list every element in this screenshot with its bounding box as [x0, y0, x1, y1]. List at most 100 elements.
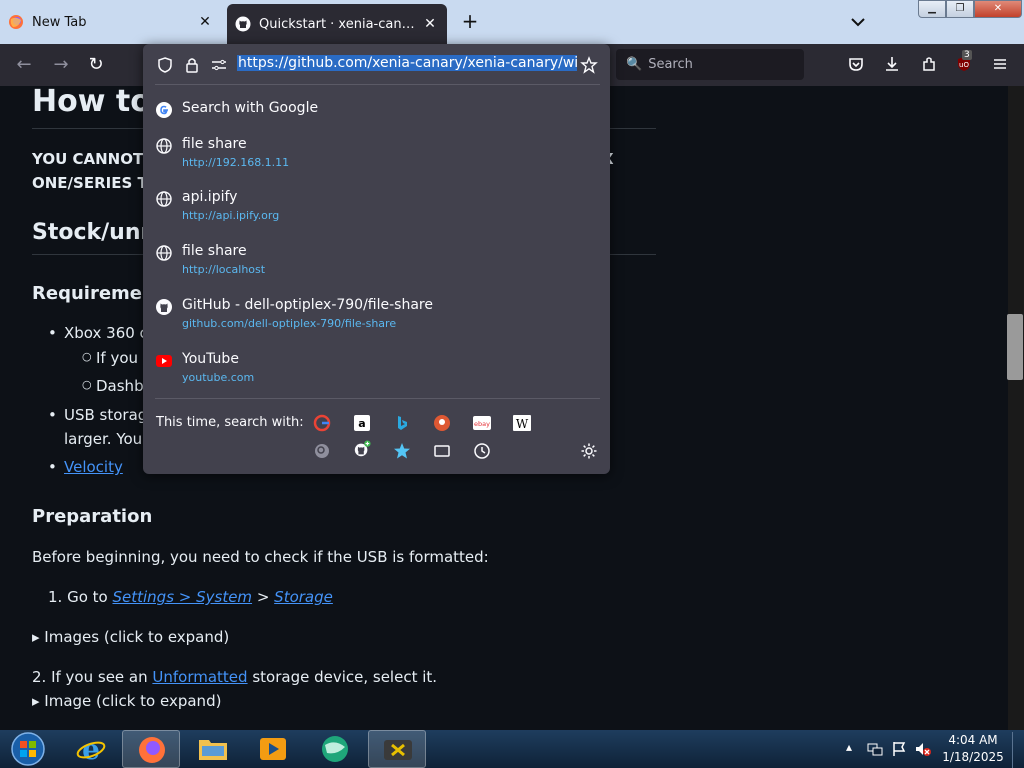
new-tab-button[interactable]: +	[458, 10, 482, 34]
step-1-sep: >	[252, 588, 275, 606]
folder-icon	[199, 740, 227, 760]
tray-expand-icon[interactable]: ▴	[846, 740, 852, 754]
wikipedia-icon[interactable]: W	[513, 414, 531, 432]
taskbar-media-player[interactable]	[244, 730, 302, 768]
extensions-icon[interactable]	[920, 55, 938, 73]
extension-badge: 3	[962, 50, 972, 60]
step-2-prefix: 2. If you see an	[32, 668, 153, 686]
menu-icon[interactable]	[991, 55, 1009, 73]
bookmark-star-icon[interactable]	[580, 56, 598, 74]
search-placeholder: Search	[648, 57, 693, 72]
chevron-down-icon[interactable]	[848, 12, 868, 32]
warning-line-1: YOU CANNOT P	[32, 150, 160, 168]
maximize-button[interactable]: ❐	[946, 0, 974, 18]
taskbar-explorer[interactable]	[184, 730, 242, 768]
list-bullet: •	[48, 458, 57, 476]
urlbar[interactable]: https://github.com/xenia-canary/xenia-ca…	[143, 44, 610, 84]
close-icon[interactable]: ✕	[196, 14, 214, 30]
media-player-icon	[260, 738, 286, 760]
svg-text:e: e	[82, 733, 100, 765]
bing-icon[interactable]	[393, 414, 411, 432]
svg-text:ebay: ebay	[474, 420, 490, 428]
svg-text:W: W	[516, 417, 529, 431]
suggestion-url: github.com/dell-optiplex-790/file-share	[182, 317, 397, 330]
list-subbullet: ○	[82, 378, 92, 391]
tab-quickstart[interactable]: Quickstart · xenia-canary/xenia-canary W…	[227, 4, 447, 44]
gear-icon[interactable]	[580, 442, 598, 460]
window-controls: ▁ ❐ ✕	[918, 0, 1022, 18]
pocket-icon[interactable]	[847, 55, 865, 73]
taskbar-ie[interactable]: e	[62, 730, 120, 768]
suggestion-url: http://localhost	[182, 263, 266, 276]
tab-strip: New Tab ✕ Quickstart · xenia-canary/xeni…	[0, 0, 1024, 44]
clock[interactable]: 4:04 AM 1/18/2025	[940, 732, 1006, 766]
urlbar-dropdown: https://github.com/xenia-canary/xenia-ca…	[143, 44, 610, 474]
scrollbar-thumb[interactable]	[1007, 314, 1023, 380]
suggestion-url: http://192.168.1.11	[182, 156, 290, 169]
search-icon: 🔍	[626, 57, 643, 72]
images-expand-toggle[interactable]: ▸ Images (click to expand)	[32, 628, 229, 646]
duckduckgo-icon[interactable]	[433, 414, 451, 432]
search-with-google-label: Search with Google	[182, 100, 319, 116]
velocity-link[interactable]: Velocity	[64, 458, 123, 476]
step-2: 2. If you see an Unformatted storage dev…	[32, 668, 437, 686]
step-1-prefix: 1. Go to	[48, 588, 113, 606]
globe-app-icon	[322, 736, 348, 762]
reload-icon[interactable]: ↻	[85, 54, 107, 76]
download-icon[interactable]	[883, 55, 901, 73]
show-desktop-button[interactable]	[1012, 732, 1022, 768]
github-icon	[156, 299, 172, 315]
firefox-icon	[139, 737, 165, 763]
suggestion-title: YouTube	[182, 351, 239, 367]
start-button[interactable]	[8, 730, 48, 768]
suggestion-title: GitHub - dell-optiplex-790/file-share	[182, 297, 433, 313]
warning-line-2: ONE/SERIES TO	[32, 174, 161, 192]
clock-time: 4:04 AM	[948, 733, 998, 747]
taskbar-xenia[interactable]	[368, 730, 426, 768]
shield-icon[interactable]	[156, 56, 174, 74]
page-scrollbar[interactable]	[1008, 86, 1024, 730]
tab-new-tab[interactable]: New Tab ✕	[0, 4, 222, 40]
list-subbullet: ○	[82, 350, 92, 363]
ebay-icon[interactable]: ebay	[473, 414, 491, 432]
suggestion-url: http://api.ipify.org	[182, 209, 280, 222]
list-item: USB storag	[64, 406, 148, 424]
search-input[interactable]: 🔍 Search	[616, 49, 804, 80]
action-center-flag-icon[interactable]	[890, 740, 908, 758]
tabs-icon[interactable]	[433, 442, 451, 460]
unformatted-link[interactable]: Unformatted	[152, 668, 247, 686]
taskbar-firefox[interactable]	[122, 730, 180, 768]
globe-icon	[156, 138, 172, 154]
permissions-icon[interactable]	[210, 56, 228, 74]
history-clock-icon[interactable]	[473, 442, 491, 460]
google-icon[interactable]	[313, 414, 331, 432]
step-1: 1. Go to Settings > System > Storage	[48, 588, 333, 606]
list-bullet: •	[48, 324, 57, 342]
google-search-icon	[156, 102, 172, 118]
url-text: https://github.com/xenia-canary/xenia-ca…	[237, 55, 577, 71]
taskbar-app[interactable]	[306, 730, 364, 768]
back-icon[interactable]: ←	[13, 54, 35, 76]
lock-icon[interactable]	[183, 56, 201, 74]
amazon-icon[interactable]: a	[353, 414, 371, 432]
network-icon[interactable]	[866, 740, 884, 758]
settings-system-link[interactable]: Settings > System	[112, 588, 252, 606]
suggestion-url: youtube.com	[182, 371, 255, 384]
suggestion-title: file share	[182, 136, 247, 152]
github-search-icon[interactable]	[353, 440, 371, 458]
tab-label: New Tab	[32, 14, 87, 30]
svg-text:uO: uO	[959, 61, 969, 69]
search-engines-label: This time, search with:	[156, 415, 304, 430]
storage-link[interactable]: Storage	[274, 588, 333, 606]
minimize-button[interactable]: ▁	[918, 0, 946, 18]
close-icon[interactable]: ✕	[421, 16, 439, 32]
bookmarks-star-icon[interactable]	[393, 442, 411, 460]
forward-icon[interactable]: →	[50, 54, 72, 76]
url-input[interactable]: https://github.com/xenia-canary/xenia-ca…	[237, 55, 577, 75]
divider	[155, 84, 600, 85]
volume-muted-icon[interactable]	[914, 740, 932, 758]
firefox-icon	[9, 15, 23, 29]
close-window-button[interactable]: ✕	[974, 0, 1022, 18]
image-expand-toggle[interactable]: ▸ Image (click to expand)	[32, 692, 221, 710]
search-engine-icon[interactable]	[313, 442, 331, 460]
